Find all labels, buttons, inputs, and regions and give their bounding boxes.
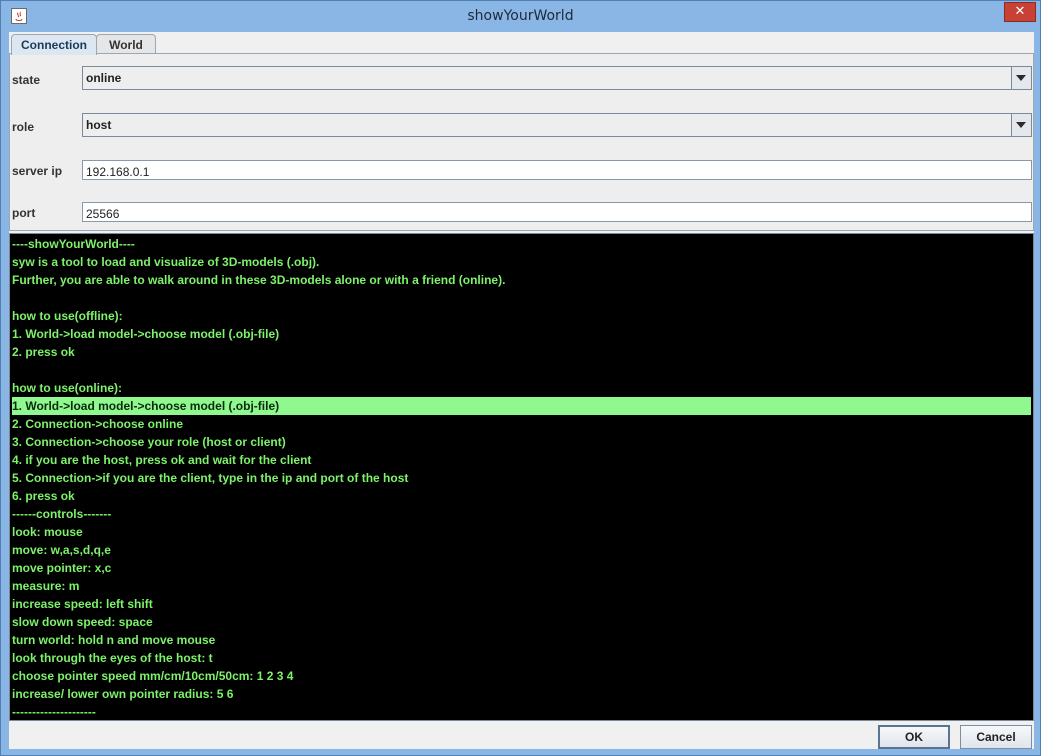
console-line: 5. Connection->if you are the client, ty… (12, 471, 409, 485)
help-text-area[interactable]: ----showYourWorld---- syw is a tool to lo… (9, 233, 1034, 721)
server-ip-field[interactable] (82, 160, 1032, 180)
chevron-down-icon[interactable] (1011, 67, 1031, 89)
console-line: 4. if you are the host, press ok and wai… (12, 453, 312, 467)
app-window: showYourWorld ✕ Connection World state o… (0, 0, 1041, 756)
console-line: move pointer: x,c (12, 561, 112, 575)
server-ip-label: server ip (12, 164, 63, 178)
console-line: 2. press ok (12, 345, 75, 359)
role-label: role (12, 120, 35, 134)
console-line: choose pointer speed mm/cm/10cm/50cm: 1 … (12, 669, 294, 683)
console-line: slow down speed: space (12, 615, 153, 629)
dialog-content: Connection World state online role host … (9, 32, 1034, 749)
tab-world[interactable]: World (96, 34, 156, 54)
console-line: look through the eyes of the host: t (12, 651, 213, 665)
connection-panel: state online role host server ip port (9, 53, 1034, 231)
title-bar[interactable]: showYourWorld ✕ (1, 1, 1040, 31)
window-title: showYourWorld (467, 8, 574, 24)
tab-strip: Connection World (9, 32, 1034, 55)
console-line: measure: m (12, 579, 80, 593)
console-line-selected: 1. World->load model->choose model (.obj… (12, 397, 1031, 415)
chevron-down-icon[interactable] (1011, 114, 1031, 136)
console-line: how to use(online): (12, 381, 122, 395)
tab-connection[interactable]: Connection (11, 34, 97, 55)
state-label: state (12, 73, 41, 87)
button-bar: OK Cancel (9, 721, 1034, 749)
console-line: turn world: hold n and move mouse (12, 633, 216, 647)
state-value: online (86, 71, 122, 85)
console-line: increase/ lower own pointer radius: 5 6 (12, 687, 234, 701)
server-ip-input[interactable] (86, 164, 1026, 180)
console-line: how to use(offline): (12, 309, 123, 323)
cancel-button[interactable]: Cancel (960, 725, 1032, 749)
close-button[interactable]: ✕ (1004, 2, 1036, 22)
console-line: increase speed: left shift (12, 597, 153, 611)
port-input[interactable] (86, 206, 1026, 222)
console-line: 1. World->load model->choose model (.obj… (12, 327, 280, 341)
console-line: look: mouse (12, 525, 83, 539)
console-line: --------------------- (12, 705, 96, 719)
port-label: port (12, 206, 36, 220)
console-line: 3. Connection->choose your role (host or… (12, 435, 286, 449)
port-field[interactable] (82, 202, 1032, 222)
console-line: 2. Connection->choose online (12, 417, 184, 431)
console-line: ------controls------- (12, 507, 112, 521)
console-line: move: w,a,s,d,q,e (12, 543, 111, 557)
console-line: Further, you are able to walk around in … (12, 273, 506, 287)
console-line: 6. press ok (12, 489, 75, 503)
role-value: host (86, 118, 112, 132)
state-combobox[interactable]: online (82, 66, 1032, 90)
role-combobox[interactable]: host (82, 113, 1032, 137)
console-line: syw is a tool to load and visualize of 3… (12, 255, 320, 269)
ok-button[interactable]: OK (878, 725, 950, 749)
console-line: ----showYourWorld---- (12, 237, 135, 251)
